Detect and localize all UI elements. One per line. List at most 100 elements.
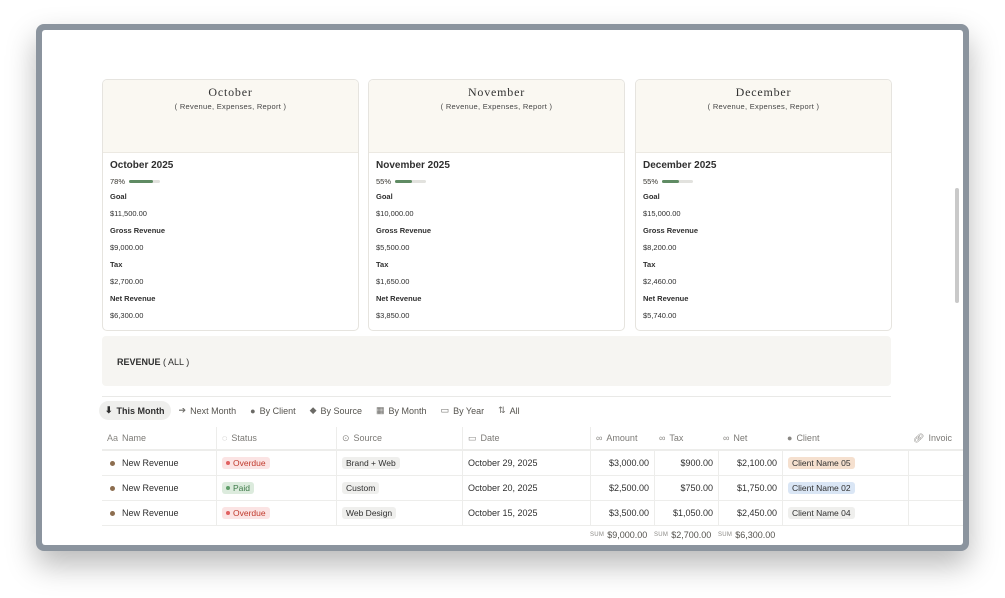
name-cell[interactable]: New Revenue: [102, 501, 216, 525]
card-cover: November ( Revenue, Expenses, Report ): [369, 80, 624, 153]
gross-revenue-label: Gross Revenue: [643, 226, 699, 235]
status-badge: Overdue: [222, 507, 270, 519]
invoice-cell[interactable]: [908, 451, 963, 475]
status-cell[interactable]: Paid: [216, 476, 336, 500]
source-cell[interactable]: Web Design: [336, 501, 462, 525]
progress-fill: [662, 180, 680, 183]
table-row[interactable]: New Revenue Overdue Web Design October 1…: [102, 501, 963, 526]
date-cell[interactable]: October 29, 2025: [462, 451, 590, 475]
client-tag: Client Name 02: [788, 482, 855, 494]
column-label: Net: [733, 433, 748, 443]
status-dot: [226, 486, 230, 490]
sum-value: $9,000.00: [607, 530, 648, 540]
goal-value: $15,000.00: [643, 209, 681, 218]
client-tag: Client Name 04: [788, 507, 855, 519]
tax-label: Tax: [376, 260, 389, 269]
status-cell[interactable]: Overdue: [216, 451, 336, 475]
client-cell[interactable]: Client Name 05: [782, 451, 908, 475]
net-revenue-value: $3,850.00: [376, 311, 410, 320]
cover-title: October: [208, 85, 253, 99]
name-cell[interactable]: New Revenue: [102, 476, 216, 500]
amount-cell[interactable]: $2,500.00: [590, 476, 654, 500]
vertical-scrollbar[interactable]: [955, 188, 959, 303]
progress-track: [662, 180, 694, 183]
tab-label: By Month: [388, 405, 427, 416]
person-icon: ●: [787, 433, 793, 443]
goal-label: Goal: [643, 192, 660, 201]
row-name: New Revenue: [122, 458, 179, 468]
tax-cell[interactable]: $750.00: [654, 476, 718, 500]
client-cell[interactable]: Client Name 02: [782, 476, 908, 500]
tab-next-month[interactable]: ➔ Next Month: [173, 401, 243, 420]
column-header-invoice[interactable]: 🔗︎ Invoic: [908, 427, 963, 449]
net-cell[interactable]: $1,750.00: [718, 476, 782, 500]
gross-revenue-value: $8,200.00: [643, 243, 677, 252]
date-cell[interactable]: October 20, 2025: [462, 476, 590, 500]
column-header-source[interactable]: ⊙ Source: [336, 427, 462, 449]
revenue-section-header: REVENUE ( ALL ): [102, 336, 891, 386]
month-card-november[interactable]: November ( Revenue, Expenses, Report ) N…: [368, 79, 625, 331]
invoice-cell[interactable]: [908, 476, 963, 500]
status-text: Overdue: [233, 458, 266, 468]
revenue-title-text: REVENUE: [117, 357, 161, 367]
person-circle-icon: ●: [250, 405, 256, 416]
amount-cell[interactable]: $3,000.00: [590, 451, 654, 475]
gross-revenue-value: $9,000.00: [110, 243, 144, 252]
tab-all[interactable]: ⇅ All: [492, 401, 526, 420]
client-tag: Client Name 05: [788, 457, 855, 469]
column-header-status[interactable]: ◌ Status: [216, 427, 336, 449]
name-cell[interactable]: New Revenue: [102, 451, 216, 475]
calculation-row: SUM $9,000.00 SUM $2,700.00 SUM $6,300.00: [102, 526, 963, 545]
tab-by-client[interactable]: ● By Client: [244, 402, 301, 420]
tax-value: $1,650.00: [376, 277, 410, 286]
column-header-date[interactable]: ▭ Date: [462, 427, 590, 449]
cover-subtitle: ( Revenue, Expenses, Report ): [707, 102, 820, 111]
sum-net[interactable]: SUM $6,300.00: [718, 530, 775, 540]
sum-label: SUM: [590, 532, 605, 538]
source-cell[interactable]: Custom: [336, 476, 462, 500]
tab-by-source[interactable]: ◆ By Source: [304, 401, 368, 420]
column-header-net[interactable]: ∞ Net: [718, 427, 782, 449]
tax-cell[interactable]: $1,050.00: [654, 501, 718, 525]
invoice-cell[interactable]: [908, 501, 963, 525]
window-frame: October ( Revenue, Expenses, Report ) Oc…: [36, 24, 969, 551]
page-icon: [110, 510, 115, 516]
view-tabs: ⬇ This Month ➔ Next Month ● By Client ◆ By S…: [99, 401, 528, 420]
net-revenue-label: Net Revenue: [376, 294, 422, 303]
column-header-amount[interactable]: ∞ Amount: [590, 427, 654, 449]
goal-label: Goal: [110, 192, 127, 201]
table-row[interactable]: New Revenue Overdue Brand + Web October …: [102, 450, 963, 476]
month-card-october[interactable]: October ( Revenue, Expenses, Report ) Oc…: [102, 79, 359, 331]
calendar-icon: ▭: [468, 432, 477, 443]
card-cover: December ( Revenue, Expenses, Report ): [636, 80, 891, 153]
amount-cell[interactable]: $3,500.00: [590, 501, 654, 525]
source-cell[interactable]: Brand + Web: [336, 451, 462, 475]
net-cell[interactable]: $2,100.00: [718, 451, 782, 475]
sum-tax[interactable]: SUM $2,700.00: [654, 530, 711, 540]
column-header-tax[interactable]: ∞ Tax: [654, 427, 718, 449]
column-label: Name: [122, 433, 147, 443]
net-cell[interactable]: $2,450.00: [718, 501, 782, 525]
date-cell[interactable]: October 15, 2025: [462, 501, 590, 525]
column-header-name[interactable]: Aa Name: [102, 427, 216, 449]
goal-progress: 55%: [643, 177, 884, 186]
tab-by-year[interactable]: ▭ By Year: [435, 401, 491, 420]
tab-by-month[interactable]: ▦ By Month: [370, 401, 433, 420]
arrow-down-circle-icon: ⬇: [105, 405, 113, 415]
tax-cell[interactable]: $900.00: [654, 451, 718, 475]
select-icon: ⊙: [342, 432, 350, 443]
status-cell[interactable]: Overdue: [216, 501, 336, 525]
tax-label: Tax: [110, 260, 123, 269]
sum-label: SUM: [718, 532, 733, 538]
sum-amount[interactable]: SUM $9,000.00: [590, 530, 647, 540]
status-icon: ◌: [222, 433, 228, 443]
formula-icon: ∞: [596, 433, 603, 443]
table-row[interactable]: New Revenue Paid Custom October 20, 2025…: [102, 476, 963, 501]
client-cell[interactable]: Client Name 04: [782, 501, 908, 525]
page-icon: [110, 485, 115, 491]
status-badge: Paid: [222, 482, 255, 494]
month-card-december[interactable]: December ( Revenue, Expenses, Report ) D…: [635, 79, 892, 331]
tab-this-month[interactable]: ⬇ This Month: [99, 401, 171, 420]
column-header-client[interactable]: ● Client: [782, 427, 908, 449]
tab-label: This Month: [116, 405, 165, 416]
